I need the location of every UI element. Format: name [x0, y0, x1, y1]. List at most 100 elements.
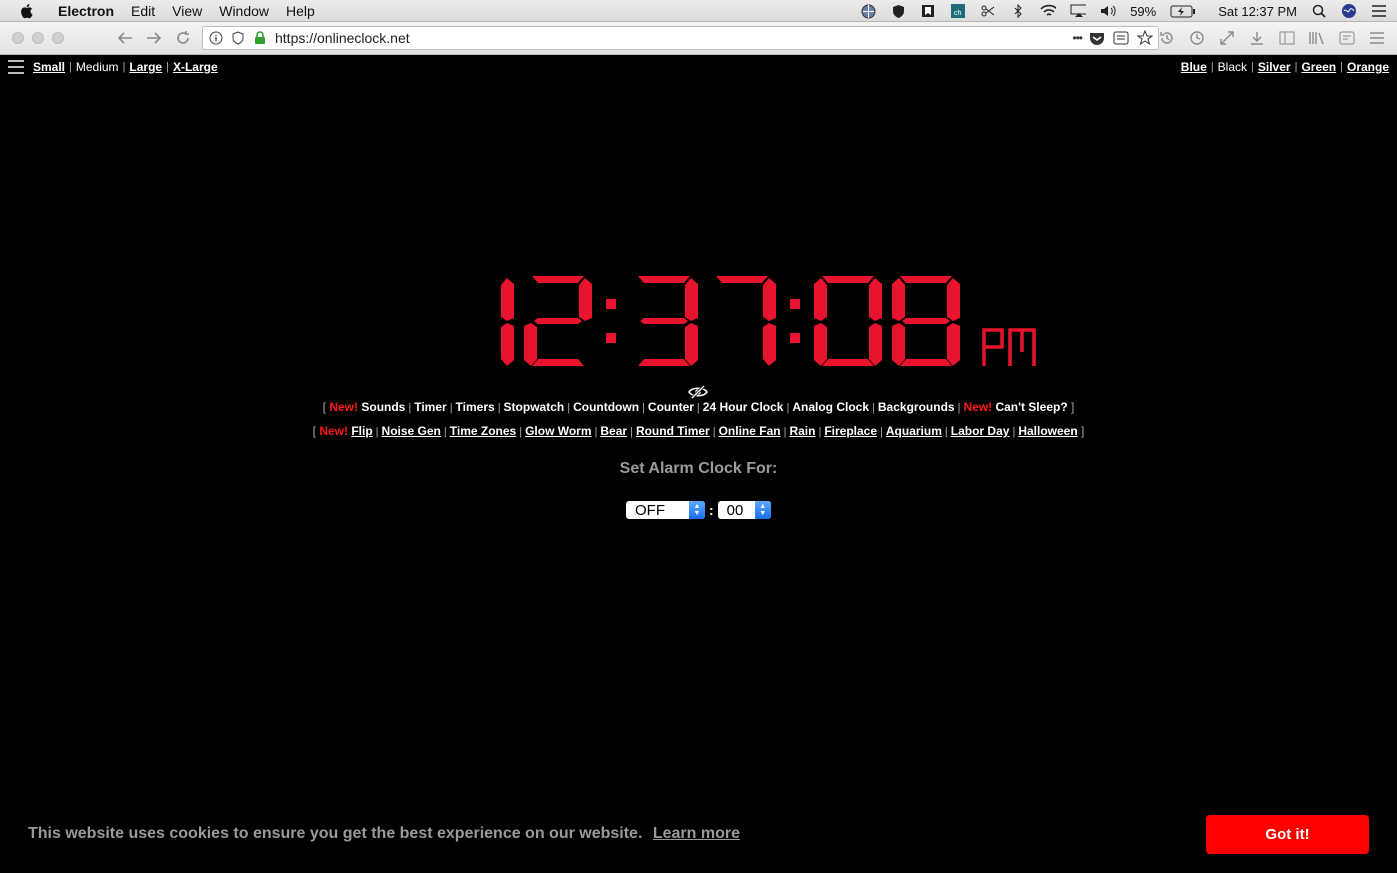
clock-digit-1 — [501, 278, 514, 366]
os-menubar: Electron Edit View Window Help ch 59% Sa… — [0, 0, 1397, 22]
alarm-minute-value: 00 — [726, 501, 744, 519]
reload-button[interactable] — [170, 25, 196, 51]
app-tray-icon[interactable]: ch — [950, 3, 966, 19]
download-icon[interactable] — [1245, 26, 1269, 50]
clock-digit-7 — [716, 276, 776, 366]
battery-charging-icon[interactable] — [1170, 3, 1196, 19]
tracking-shield-icon[interactable] — [229, 29, 247, 47]
link-glow-worm[interactable]: Glow Worm — [525, 424, 591, 438]
clock-colon — [790, 299, 800, 343]
airplay-icon[interactable] — [1070, 3, 1087, 19]
size-medium-current: Medium — [75, 60, 119, 74]
menu-window[interactable]: Window — [219, 3, 269, 19]
hamburger-menu-icon[interactable] — [8, 60, 24, 74]
back-button[interactable] — [112, 25, 138, 51]
bookmark-tray-icon[interactable] — [920, 3, 936, 19]
close-window-button[interactable] — [12, 32, 24, 44]
link-separator: | — [880, 426, 883, 438]
new-badge: New! — [319, 424, 352, 438]
forward-button[interactable] — [141, 25, 167, 51]
shield-tray-icon[interactable] — [890, 3, 906, 19]
volume-icon[interactable] — [1100, 3, 1116, 19]
link-separator: | — [630, 426, 633, 438]
learn-more-link[interactable]: Learn more — [653, 825, 740, 842]
lock-icon[interactable] — [251, 29, 269, 47]
link-fireplace[interactable]: Fireplace — [824, 424, 877, 438]
link-round-timer[interactable]: Round Timer — [636, 424, 710, 438]
url-bar[interactable]: https://onlineclock.net ••• — [202, 26, 1159, 50]
menu-edit[interactable]: Edit — [131, 3, 155, 19]
sidebar-icon[interactable] — [1275, 26, 1299, 50]
minimize-window-button[interactable] — [32, 32, 44, 44]
new-badge: New! — [329, 400, 362, 414]
menu-app-name[interactable]: Electron — [58, 3, 114, 19]
select-stepper-icon: ▲ ▼ — [754, 501, 771, 519]
link-separator: | — [497, 402, 501, 414]
arrow-right-icon — [147, 32, 162, 44]
siri-icon[interactable] — [1341, 3, 1357, 19]
spotlight-search-icon[interactable] — [1311, 3, 1327, 19]
size-xlarge-link[interactable]: X-Large — [173, 60, 218, 74]
link-flip[interactable]: Flip — [351, 424, 372, 438]
link-rain[interactable]: Rain — [789, 424, 815, 438]
history-icon[interactable] — [1155, 26, 1179, 50]
link-online-fan[interactable]: Online Fan — [719, 424, 781, 438]
color-green-link[interactable]: Green — [1301, 60, 1336, 74]
menubar-clock[interactable]: Sat 12:37 PM — [1218, 4, 1297, 19]
clock-icon[interactable] — [1185, 26, 1209, 50]
new-badge: New! — [963, 400, 996, 414]
link-timers[interactable]: Timers — [456, 400, 495, 414]
apple-logo-icon[interactable] — [18, 2, 36, 20]
link-separator: | — [696, 402, 700, 414]
url-text[interactable]: https://onlineclock.net — [275, 30, 410, 46]
color-black-current: Black — [1217, 60, 1248, 74]
link-aquarium[interactable]: Aquarium — [886, 424, 942, 438]
zoom-window-button[interactable] — [52, 32, 64, 44]
alarm-separator: : — [709, 502, 714, 518]
link-labor-day[interactable]: Labor Day — [951, 424, 1010, 438]
link-timer[interactable]: Timer — [414, 400, 446, 414]
size-large-link[interactable]: Large — [129, 60, 162, 74]
expand-icon[interactable] — [1215, 26, 1239, 50]
synced-tabs-icon[interactable] — [1335, 26, 1359, 50]
scissors-icon[interactable] — [980, 3, 996, 19]
alarm-minute-select[interactable]: 00 ▲ ▼ — [717, 501, 771, 519]
hide-eye-icon[interactable] — [688, 385, 708, 399]
link-noise-gen[interactable]: Noise Gen — [382, 424, 441, 438]
link-bear[interactable]: Bear — [600, 424, 627, 438]
menu-help[interactable]: Help — [286, 3, 315, 19]
link-backgrounds[interactable]: Backgrounds — [878, 400, 955, 414]
battery-percent: 59% — [1130, 3, 1157, 19]
more-links-row: [ New! Flip | Noise Gen | Time Zones | Glow Wo… — [0, 424, 1397, 438]
got-it-button[interactable]: Got it! — [1206, 815, 1369, 854]
link-halloween[interactable]: Halloween — [1018, 424, 1077, 438]
menu-view[interactable]: View — [172, 3, 202, 19]
alarm-label: Set Alarm Clock For: — [619, 460, 778, 477]
link-analog-clock[interactable]: Analog Clock — [792, 400, 869, 414]
info-icon[interactable] — [207, 29, 225, 47]
alarm-hour-select[interactable]: OFF ▲ ▼ — [626, 501, 705, 519]
link-time-zones[interactable]: Time Zones — [450, 424, 516, 438]
link-separator: | — [1012, 426, 1016, 438]
page-actions-menu[interactable]: ••• — [1072, 31, 1083, 45]
library-icon[interactable] — [1305, 26, 1329, 50]
color-selector: Blue | Black | Silver | Green | Orange — [1180, 60, 1389, 74]
bluetooth-icon[interactable] — [1010, 3, 1026, 19]
color-blue-link[interactable]: Blue — [1181, 60, 1207, 74]
link-counter[interactable]: Counter — [648, 400, 694, 414]
link-sounds[interactable]: Sounds — [361, 400, 405, 414]
reader-view-icon[interactable] — [1112, 29, 1130, 47]
color-orange-link[interactable]: Orange — [1347, 60, 1389, 74]
pocket-icon[interactable] — [1088, 29, 1106, 47]
size-small-link[interactable]: Small — [33, 60, 65, 74]
link-countdown[interactable]: Countdown — [573, 400, 639, 414]
color-silver-link[interactable]: Silver — [1258, 60, 1291, 74]
globe-icon[interactable] — [860, 3, 876, 19]
notification-center-icon[interactable] — [1371, 3, 1387, 19]
link-stopwatch[interactable]: Stopwatch — [504, 400, 565, 414]
link-can-t-sleep[interactable]: Can't Sleep? — [995, 400, 1067, 414]
overflow-menu-icon[interactable] — [1365, 26, 1389, 50]
wifi-icon[interactable] — [1040, 3, 1057, 19]
link-24-hour-clock[interactable]: 24 Hour Clock — [703, 400, 784, 414]
bookmark-star-icon[interactable] — [1136, 29, 1154, 47]
